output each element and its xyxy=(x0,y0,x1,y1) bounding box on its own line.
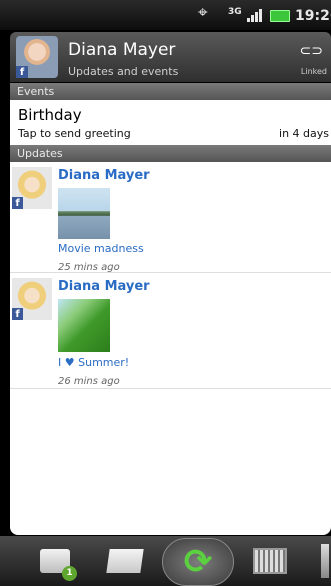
event-action: Tap to send greeting xyxy=(18,127,131,140)
signal-icon xyxy=(247,8,262,22)
envelope-icon xyxy=(106,549,144,573)
more-icon xyxy=(320,544,329,578)
refresh-icon: ⟳ xyxy=(183,542,213,582)
caption-text-post: Summer! xyxy=(74,356,130,369)
contact-avatar: f xyxy=(16,36,58,78)
status-time: 19:26 xyxy=(295,8,331,24)
contact-subtitle: Updates and events xyxy=(68,65,179,78)
event-title: Birthday xyxy=(18,106,82,124)
event-when: in 4 days xyxy=(279,127,329,140)
linked-label: Linked xyxy=(300,67,327,76)
update-item[interactable]: f Diana Mayer Movie madness 25 mins ago xyxy=(10,162,331,273)
updates-section-header: Updates xyxy=(10,145,331,162)
update-avatar: f xyxy=(12,278,52,320)
update-caption[interactable]: I ♥ Summer! xyxy=(58,356,129,369)
facebook-icon: f xyxy=(12,197,23,209)
update-caption[interactable]: Movie madness xyxy=(58,242,144,255)
update-poster[interactable]: Diana Mayer xyxy=(58,168,150,183)
update-time: 25 mins ago xyxy=(58,262,120,273)
facebook-icon: f xyxy=(16,66,28,78)
update-time: 26 mins ago xyxy=(58,376,120,387)
heart-icon: ♥ xyxy=(64,356,75,369)
message-count-badge: 1 xyxy=(62,566,77,581)
update-poster[interactable]: Diana Mayer xyxy=(58,279,150,294)
tab-mail[interactable] xyxy=(100,540,150,582)
film-icon xyxy=(253,548,287,574)
bottom-tab-bar: 1 ⟳ xyxy=(0,536,331,586)
event-birthday[interactable]: Birthday Tap to send greeting in 4 days xyxy=(10,100,331,145)
events-section-header: Events xyxy=(10,83,331,100)
network-type-icon: 3G xyxy=(228,7,242,17)
update-photo[interactable] xyxy=(58,188,110,239)
message-bubble-icon: 1 xyxy=(40,549,77,581)
tab-messages[interactable]: 1 xyxy=(30,540,80,582)
contact-name: Diana Mayer xyxy=(68,40,176,60)
chain-link-icon[interactable]: ⊂⊃ xyxy=(300,43,323,59)
update-item[interactable]: f Diana Mayer I ♥ Summer! 26 mins ago xyxy=(10,273,331,389)
tab-more[interactable] xyxy=(318,540,331,582)
tab-media[interactable] xyxy=(248,540,292,582)
facebook-icon: f xyxy=(12,308,23,320)
refresh-button[interactable]: ⟳ xyxy=(162,538,234,586)
battery-icon xyxy=(270,10,290,22)
caption-text-pre: I xyxy=(58,356,65,369)
update-photo[interactable] xyxy=(58,299,110,352)
contact-header[interactable]: f Diana Mayer Updates and events ⊂⊃ Link… xyxy=(10,32,331,82)
update-avatar: f xyxy=(12,167,52,209)
status-bar: ⌖ 3G 19:26 xyxy=(0,0,331,30)
updates-list[interactable]: f Diana Mayer Movie madness 25 mins ago … xyxy=(10,162,331,535)
gps-icon: ⌖ xyxy=(198,3,208,23)
